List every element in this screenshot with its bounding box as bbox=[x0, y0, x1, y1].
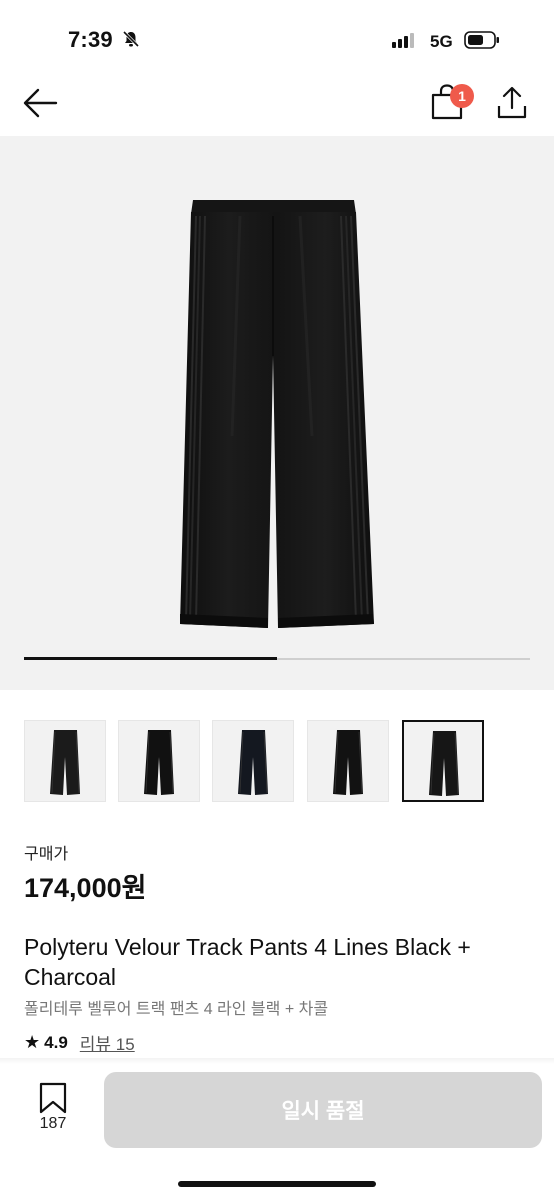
signal-icon bbox=[392, 33, 414, 48]
thumbnail-3[interactable] bbox=[212, 720, 294, 802]
back-arrow-icon[interactable] bbox=[22, 86, 58, 125]
sold-out-button[interactable]: 일시 품절 bbox=[104, 1072, 542, 1148]
share-icon[interactable] bbox=[496, 86, 528, 125]
product-image-carousel[interactable] bbox=[0, 136, 554, 690]
battery-icon bbox=[464, 31, 499, 49]
reviews-link[interactable]: 리뷰 15 bbox=[80, 1030, 135, 1055]
price-label: 구매가 bbox=[24, 846, 69, 863]
thumbnail-2[interactable] bbox=[118, 720, 200, 802]
status-time: 7:39 bbox=[68, 27, 113, 52]
bell-slash-icon bbox=[122, 30, 140, 53]
network-type: 5G bbox=[430, 32, 453, 51]
thumbnail-1[interactable] bbox=[24, 720, 106, 802]
cart-count-badge: 1 bbox=[450, 84, 474, 108]
product-subtitle: 폴리테루 벨루어 트랙 팬츠 4 라인 블랙 + 차콜 bbox=[24, 1001, 329, 1018]
bookmark-icon[interactable] bbox=[36, 1082, 70, 1119]
thumbnail-4[interactable] bbox=[307, 720, 389, 802]
rating-row: ★ 4.9 리뷰 15 bbox=[24, 1030, 135, 1055]
thumbnail-5[interactable] bbox=[402, 720, 484, 802]
product-price: 174,000원 bbox=[24, 873, 147, 903]
home-indicator bbox=[178, 1181, 376, 1187]
product-image bbox=[180, 200, 374, 628]
carousel-progress-fill bbox=[24, 657, 277, 660]
bookmark-count: 187 bbox=[39, 1115, 67, 1132]
star-icon: ★ bbox=[24, 1032, 41, 1052]
rating-score: 4.9 bbox=[44, 1032, 68, 1052]
bottom-bar-divider bbox=[0, 1058, 554, 1064]
product-title: Polyteru Velour Track Pants 4 Lines Blac… bbox=[24, 934, 471, 990]
